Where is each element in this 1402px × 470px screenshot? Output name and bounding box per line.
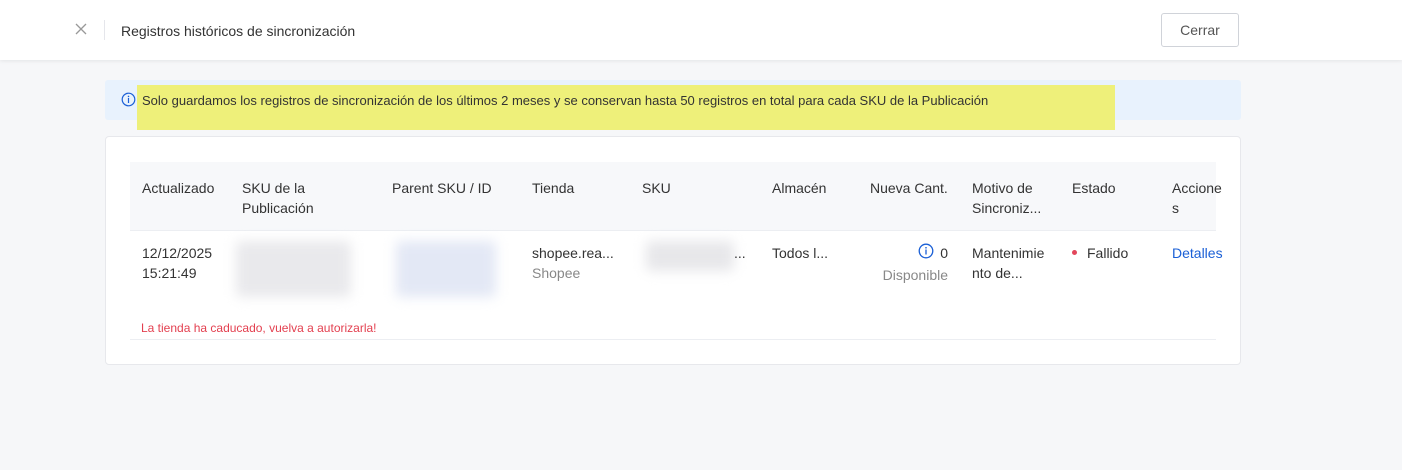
info-circle-icon[interactable] <box>918 243 934 264</box>
close-button[interactable]: Cerrar <box>1161 13 1239 47</box>
store-cell: shopee.rea... Shopee <box>532 243 614 283</box>
new-quantity: 0 Disponible <box>866 243 948 285</box>
col-header-nueva-cant: Nueva Cant. <box>870 180 948 196</box>
quantity-label: Disponible <box>882 266 948 283</box>
redacted-listing-sku <box>236 241 351 297</box>
status-badge: Fallido <box>1072 243 1128 263</box>
col-header-motivo: Motivo de Sincroniz... <box>972 180 1042 216</box>
col-header-parent-sku: Parent SKU / ID <box>392 180 492 196</box>
info-circle-icon <box>121 92 136 112</box>
status-dot <box>1072 249 1077 255</box>
top-bar: Registros históricos de sincronización C… <box>0 0 1402 60</box>
row-divider <box>130 339 1216 340</box>
col-header-almacen: Almacén <box>772 180 827 196</box>
store-name: shopee.rea... <box>532 245 614 261</box>
notice-text: Solo guardamos los registros de sincroni… <box>142 93 989 108</box>
table-header: Actualizado SKU de la Publicación Parent… <box>130 162 1222 231</box>
warehouse: Todos l... <box>772 245 829 261</box>
col-header-actualizado: Actualizado <box>142 180 215 196</box>
redacted-sku <box>646 241 734 271</box>
info-notice: Solo guardamos los registros de sincroni… <box>105 80 1241 130</box>
page-title: Registros históricos de sincronización <box>121 23 356 39</box>
col-header-sku-publicacion: SKU de la Publicación <box>242 180 314 216</box>
sync-log-card: Actualizado SKU de la Publicación Parent… <box>105 136 1241 365</box>
details-link[interactable]: Detalles <box>1172 243 1223 263</box>
col-header-sku: SKU <box>642 180 671 196</box>
error-message: La tienda ha caducado, vuelva a autoriza… <box>141 321 377 335</box>
col-header-tienda: Tienda <box>532 180 575 196</box>
header-divider <box>104 20 105 40</box>
col-header-acciones: Accione s <box>1172 180 1222 216</box>
updated-datetime: 12/12/2025 15:21:49 <box>142 245 213 281</box>
store-platform: Shopee <box>532 265 581 281</box>
sku-ellipsis: ... <box>734 245 746 261</box>
quantity-value: 0 <box>940 245 948 261</box>
sync-reason: Mantenimie nto de... <box>972 245 1045 281</box>
col-header-estado: Estado <box>1072 180 1116 196</box>
close-icon[interactable] <box>72 20 90 38</box>
redacted-parent-sku <box>396 241 496 297</box>
